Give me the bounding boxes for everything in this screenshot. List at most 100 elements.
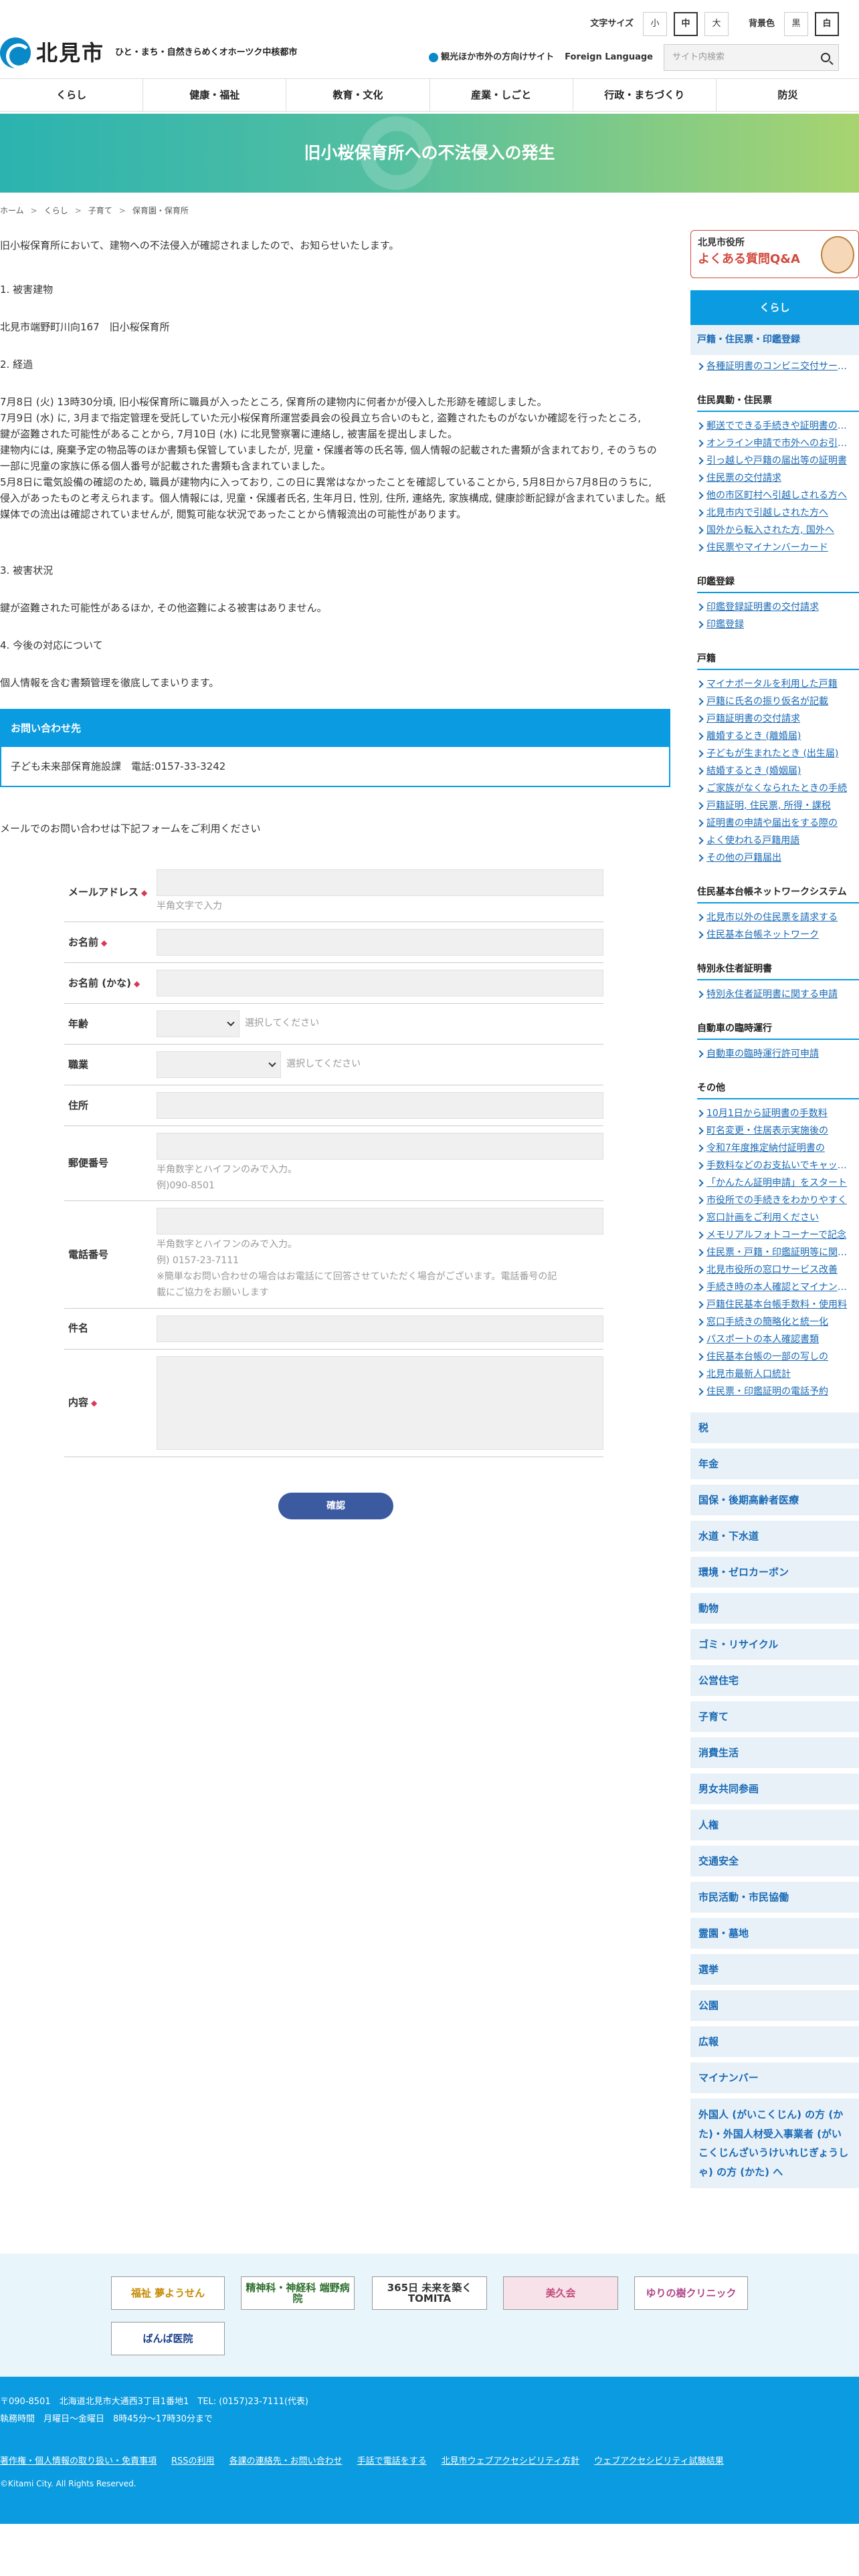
sidebar-category[interactable]: 市民活動・市民協働 bbox=[690, 1882, 859, 1913]
sidebar-link[interactable]: 北見市役所の窓口サービス改善 bbox=[697, 1261, 852, 1279]
font-size-small-button[interactable]: 小 bbox=[642, 12, 667, 36]
sidebar-link[interactable]: 印鑑登録証明書の交付請求 bbox=[697, 599, 852, 616]
breadcrumb-kurashi[interactable]: くらし bbox=[44, 205, 68, 217]
sidebar-link[interactable]: 他の市区町村へ引越しされる方へ bbox=[697, 487, 852, 504]
gnav-item-government[interactable]: 行政・まちづくり bbox=[573, 79, 717, 111]
sponsor-ad[interactable]: 365日 未来を築く TOMITA bbox=[372, 2276, 487, 2310]
faq-banner[interactable]: 北見市役所 よくある質問Q&A bbox=[690, 230, 859, 278]
bg-white-button[interactable]: 白 bbox=[815, 12, 839, 36]
sidebar-category[interactable]: 環境・ゼロカーボン bbox=[690, 1557, 859, 1588]
sidebar-link[interactable]: ご家族がなくなられたときの手続 bbox=[697, 780, 852, 797]
sidebar-link[interactable]: 窓口計画をご利用ください bbox=[697, 1209, 852, 1226]
sidebar-link[interactable]: パスポートの本人確認書類 bbox=[697, 1331, 852, 1348]
sidebar-link[interactable]: 住民票の交付請求 bbox=[697, 469, 852, 487]
sidebar-link[interactable]: その他の戸籍届出 bbox=[697, 849, 852, 867]
sidebar-link[interactable]: 10月1日から証明書の手数料 bbox=[697, 1105, 852, 1122]
sidebar-link[interactable]: 印鑑登録 bbox=[697, 616, 852, 633]
sponsor-ad[interactable]: ゆりの樹クリニック bbox=[634, 2276, 748, 2310]
sidebar-link[interactable]: 住民基本台帳の一部の写しの bbox=[697, 1348, 852, 1366]
sidebar-category[interactable]: 税 bbox=[690, 1412, 859, 1443]
sidebar-kurashi-heading[interactable]: くらし bbox=[690, 290, 859, 325]
sidebar-category[interactable]: 公営住宅 bbox=[690, 1665, 859, 1696]
sidebar-link[interactable]: 各種証明書のコンビニ交付サービス bbox=[697, 358, 852, 375]
sidebar-link[interactable]: 戸籍証明書の交付請求 bbox=[697, 710, 852, 728]
sidebar-category[interactable]: 交通安全 bbox=[690, 1846, 859, 1876]
sidebar-link[interactable]: 住民基本台帳ネットワーク bbox=[697, 926, 852, 944]
search-icon[interactable] bbox=[821, 53, 830, 62]
sidebar-link[interactable]: オンライン申請で市外へのお引越し bbox=[697, 435, 852, 452]
gnav-item-health[interactable]: 健康・福祉 bbox=[143, 79, 287, 111]
sidebar-link[interactable]: 令和7年度推定納付証明書の bbox=[697, 1140, 852, 1157]
sidebar-category[interactable]: ゴミ・リサイクル bbox=[690, 1629, 859, 1660]
sidebar-link[interactable]: 戸籍証明, 住民票, 所得・課税 bbox=[697, 797, 852, 815]
sidebar-link[interactable]: 国外から転入された方, 国外へ bbox=[697, 522, 852, 539]
gnav-item-disaster[interactable]: 防災 bbox=[717, 79, 859, 111]
sponsor-ad[interactable]: 美久会 bbox=[503, 2276, 618, 2310]
sidebar-category[interactable]: 人権 bbox=[690, 1810, 859, 1840]
foreign-language-link[interactable]: Foreign Language bbox=[565, 51, 653, 64]
sidebar-link[interactable]: 戸籍住民基本台帳手数料・使用料 bbox=[697, 1296, 852, 1313]
sponsor-ad[interactable]: 精神科・神経科 端野病院 bbox=[241, 2276, 355, 2310]
kana-field[interactable] bbox=[157, 969, 603, 996]
confirm-button[interactable]: 確認 bbox=[278, 1493, 393, 1519]
sidebar-category[interactable]: 動物 bbox=[690, 1593, 859, 1624]
sidebar-category[interactable]: 広報 bbox=[690, 2026, 859, 2057]
font-size-large-button[interactable]: 大 bbox=[704, 12, 729, 36]
sidebar-category[interactable]: 消費生活 bbox=[690, 1737, 859, 1768]
gnav-item-education[interactable]: 教育・文化 bbox=[286, 79, 430, 111]
footer-link[interactable]: 北見市ウェブアクセシビリティ方針 bbox=[442, 2455, 580, 2468]
sidebar-link[interactable]: 証明書の申請や届出をする際の bbox=[697, 815, 852, 832]
sidebar-link[interactable]: 北見市内で引越しされた方へ bbox=[697, 504, 852, 522]
address-field[interactable] bbox=[157, 1091, 603, 1119]
sidebar-link[interactable]: 自動車の臨時運行許可申請 bbox=[697, 1045, 852, 1063]
age-select[interactable] bbox=[157, 1010, 240, 1037]
sponsor-ad[interactable]: 福祉 夢ようせん bbox=[111, 2276, 225, 2310]
sidebar-link[interactable]: 窓口手続きの簡略化と統一化 bbox=[697, 1313, 852, 1331]
footer-link[interactable]: RSSの利用 bbox=[171, 2455, 215, 2468]
sidebar-link[interactable]: 住民票・戸籍・印鑑証明等に関する bbox=[697, 1244, 852, 1261]
footer-link[interactable]: 各課の連絡先・お問い合わせ bbox=[229, 2455, 343, 2468]
sidebar-link[interactable]: 手続き時の本人確認とマイナンバー bbox=[697, 1279, 852, 1296]
sidebar-category[interactable]: 選挙 bbox=[690, 1954, 859, 1985]
sidebar-link[interactable]: 住民票・印鑑証明の電話予約 bbox=[697, 1383, 852, 1400]
sidebar-link[interactable]: 住民票やマイナンバーカード bbox=[697, 539, 852, 556]
sidebar-link[interactable]: 北見市最新人口統計 bbox=[697, 1366, 852, 1383]
sidebar-link[interactable]: 引っ越しや戸籍の届出等の証明書 bbox=[697, 452, 852, 469]
sidebar-link[interactable]: 結婚するとき (婚姻届) bbox=[697, 762, 852, 780]
sidebar-link[interactable]: よく使われる戸籍用語 bbox=[697, 832, 852, 849]
sidebar-category[interactable]: 公園 bbox=[690, 1990, 859, 2021]
tel-field[interactable] bbox=[157, 1208, 603, 1235]
site-logo[interactable]: 北見市 ひと・まち・自然きらめくオホーツク中核都市 bbox=[0, 37, 297, 69]
sidebar-link[interactable]: 特別永住者証明書に関する申請 bbox=[697, 986, 852, 1003]
sidebar-link[interactable]: 子どもが生まれたとき (出生届) bbox=[697, 745, 852, 762]
footer-link[interactable]: ウェブアクセシビリティ試験結果 bbox=[594, 2455, 724, 2468]
sidebar-category[interactable]: 男女共同参画 bbox=[690, 1774, 859, 1804]
font-size-medium-button[interactable]: 中 bbox=[673, 12, 698, 36]
bg-black-button[interactable]: 黒 bbox=[784, 12, 808, 36]
sponsor-ad[interactable]: ばんば医院 bbox=[111, 2322, 225, 2355]
search-input[interactable]: サイト内検索 bbox=[664, 44, 839, 71]
sidebar-category[interactable]: 霊園・墓地 bbox=[690, 1918, 859, 1949]
sidebar-cat-foreign-residents[interactable]: 外国人 (がいこくじん) の方 (かた)・外国人材受入事業者 (がいこくじんざい… bbox=[690, 2099, 859, 2188]
gnav-item-kurashi[interactable]: くらし bbox=[0, 79, 144, 111]
sidebar-category[interactable]: 国保・後期高齢者医療 bbox=[690, 1485, 859, 1515]
sidebar-link[interactable]: メモリアルフォトコーナーで記念 bbox=[697, 1226, 852, 1244]
sidebar-link[interactable]: 市役所での手続きをわかりやすく bbox=[697, 1192, 852, 1209]
sidebar-category[interactable]: 水道・下水道 bbox=[690, 1521, 859, 1551]
sidebar-link[interactable]: 郵送でできる手続きや証明書の請求 bbox=[697, 417, 852, 435]
gnav-item-industry[interactable]: 産業・しごと bbox=[430, 79, 573, 111]
sidebar-sub-heading[interactable]: 戸籍・住民票・印鑑登録 bbox=[690, 325, 859, 355]
sidebar-category[interactable]: 子育て bbox=[690, 1701, 859, 1732]
sidebar-link[interactable]: 北見市以外の住民票を請求する bbox=[697, 909, 852, 926]
zip-field[interactable] bbox=[157, 1132, 603, 1160]
sidebar-link[interactable]: 「かんたん証明申請」をスタート bbox=[697, 1174, 852, 1192]
tourist-site-link[interactable]: 観光ほか市外の方向けサイト bbox=[429, 51, 554, 64]
content-textarea[interactable] bbox=[157, 1356, 603, 1450]
name-field[interactable] bbox=[157, 928, 603, 956]
sidebar-category[interactable]: 年金 bbox=[690, 1448, 859, 1479]
footer-link[interactable]: 著作権・個人情報の取り扱い・免責事項 bbox=[0, 2455, 157, 2468]
breadcrumb-kosodate[interactable]: 子育て bbox=[88, 205, 112, 217]
sidebar-link[interactable]: 戸籍に氏名の振り仮名が記載 bbox=[697, 693, 852, 710]
job-select[interactable] bbox=[157, 1051, 281, 1078]
footer-link[interactable]: 手話で電話をする bbox=[357, 2455, 427, 2468]
